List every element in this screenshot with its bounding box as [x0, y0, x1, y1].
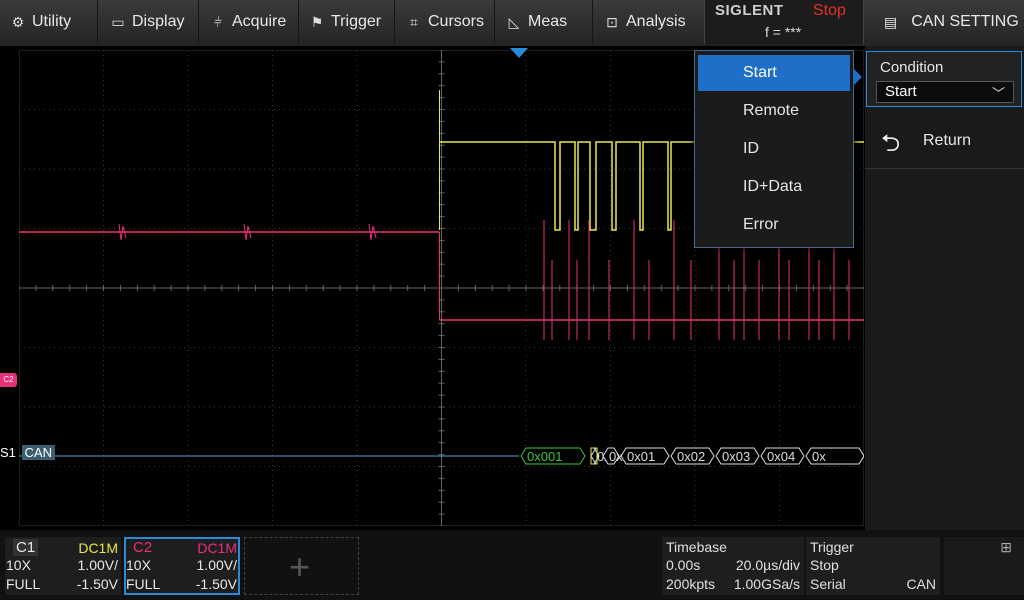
ch1-info-box[interactable]: C1 DC1M 10X 1.00V/ FULL -1.50V: [5, 537, 121, 595]
return-arrow-icon: ⮌: [881, 130, 901, 157]
trigger-flag-icon: ⚑: [310, 13, 324, 30]
condition-option-error[interactable]: Error: [698, 207, 850, 243]
ch2-offset: -1.50V: [195, 576, 237, 592]
status-bar: C1 DC1M 10X 1.00V/ FULL -1.50V C2 DC1M 1…: [0, 530, 1024, 600]
ch2-scale: 1.00V/: [196, 557, 237, 573]
menu-utility-label: Utility: [32, 13, 72, 30]
timebase-info-box[interactable]: Timebase 0.00s 20.0µs/div 200kpts 1.00GS…: [662, 537, 804, 595]
trigger-source: CAN: [906, 576, 936, 592]
decode-frame-label: 0x01: [627, 449, 655, 464]
document-icon: ▤: [884, 13, 898, 30]
settings-panel: Condition Start ﹀ ⮌ Return: [865, 46, 1024, 530]
condition-control[interactable]: Condition Start ﹀: [866, 51, 1022, 107]
condition-option-id-data[interactable]: ID+Data: [698, 169, 850, 205]
menu-title: ▤ CAN SETTING: [880, 0, 1019, 44]
network-icon: ⊞: [1000, 539, 1012, 555]
ch2-level-marker[interactable]: C2: [0, 373, 17, 387]
ch1-coupling: DC1M: [78, 540, 118, 556]
decode-frame-label: 0x02: [677, 449, 705, 464]
dropdown-pointer-arrow: [853, 68, 862, 86]
run-state-indicator[interactable]: Stop: [813, 2, 846, 20]
acquire-icon: ⫩: [213, 13, 223, 30]
s1-label: S1: [0, 445, 16, 460]
condition-label: Condition: [880, 59, 944, 76]
ch2-coupling: DC1M: [197, 540, 237, 556]
gear-icon: ⚙: [11, 13, 25, 30]
trigger-position-marker[interactable]: [510, 48, 528, 58]
brand-logo: SIGLENT: [715, 2, 784, 19]
cursors-icon: ⌗: [410, 13, 418, 30]
brand-status-area: SIGLENT Stop f = ***: [704, 0, 864, 44]
ch1-name: C1: [13, 539, 39, 556]
add-channel-slot[interactable]: +: [244, 537, 359, 595]
menu-meas-label: Meas: [528, 13, 568, 30]
menu-analysis-label: Analysis: [626, 13, 686, 30]
timebase-sample-rate: 1.00GSa/s: [733, 576, 800, 592]
timebase-delay: 0.00s: [666, 557, 701, 573]
menu-trigger[interactable]: ⚑ Trigger: [309, 0, 381, 44]
trigger-title: Trigger: [810, 539, 854, 555]
ch2-bandwidth: FULL: [126, 576, 161, 592]
menu-title-label: CAN SETTING: [911, 13, 1019, 30]
condition-select[interactable]: Start ﹀: [876, 81, 1014, 103]
ch2-marker-label: C2: [3, 375, 14, 384]
menu-meas[interactable]: ◺ Meas: [506, 0, 568, 44]
menu-cursors-label: Cursors: [428, 13, 485, 30]
s1-protocol-badge: CAN: [21, 445, 55, 460]
trigger-info-box[interactable]: Trigger Stop Serial CAN: [806, 537, 940, 595]
condition-option-id[interactable]: ID: [698, 131, 850, 167]
decode-frame-label: 0x03: [722, 449, 750, 464]
condition-value: Start: [885, 83, 917, 100]
menu-cursors[interactable]: ⌗ Cursors: [406, 0, 484, 44]
condition-dropdown-list: Start Remote ID ID+Data Error: [694, 50, 854, 248]
timebase-scale: 20.0µs/div: [735, 557, 800, 573]
ch1-offset: -1.50V: [76, 576, 118, 592]
menu-bar: ⚙ Utility ▭ Display ⫩ Acquire ⚑ Trigger …: [0, 0, 1024, 47]
chevron-down-icon: ﹀: [991, 86, 1005, 101]
timebase-title: Timebase: [666, 539, 727, 555]
menu-analysis[interactable]: ⊡ Analysis: [604, 0, 686, 44]
menu-acquire[interactable]: ⫩ Acquire: [210, 0, 286, 44]
condition-option-remote[interactable]: Remote: [698, 93, 850, 129]
ch1-bandwidth: FULL: [6, 576, 41, 592]
condition-option-start[interactable]: Start: [698, 55, 850, 91]
menu-display[interactable]: ▭ Display: [110, 0, 184, 44]
trigger-mode: Stop: [810, 557, 839, 573]
display-icon: ▭: [111, 13, 125, 30]
menu-acquire-label: Acquire: [232, 13, 287, 30]
ch2-name: C2: [133, 539, 153, 556]
measure-icon: ◺: [508, 13, 520, 30]
analysis-icon: ⊡: [606, 13, 618, 30]
decode-frame-label: 0x: [812, 449, 826, 464]
return-label: Return: [923, 132, 972, 149]
frequency-counter: f = ***: [765, 24, 802, 40]
ch2-info-box[interactable]: C2 DC1M 10X 1.00V/ FULL -1.50V: [124, 537, 240, 595]
decode-frame-label: 0x001: [527, 449, 562, 464]
s1-marker[interactable]: S1 CAN: [0, 445, 55, 461]
ch2-probe: 10X: [126, 557, 151, 573]
menu-trigger-label: Trigger: [331, 13, 382, 30]
ch1-scale: 1.00V/: [77, 557, 118, 573]
ch1-probe: 10X: [6, 557, 31, 573]
network-status[interactable]: ⊞: [944, 537, 1024, 595]
add-channel-icon: +: [289, 546, 311, 587]
decode-frame-label: 0x04: [767, 449, 795, 464]
menu-utility[interactable]: ⚙ Utility: [10, 0, 71, 44]
timebase-memory: 200kpts: [666, 576, 716, 592]
trigger-type: Serial: [810, 576, 846, 592]
menu-display-label: Display: [132, 13, 185, 30]
return-button[interactable]: ⮌ Return: [865, 114, 1024, 169]
